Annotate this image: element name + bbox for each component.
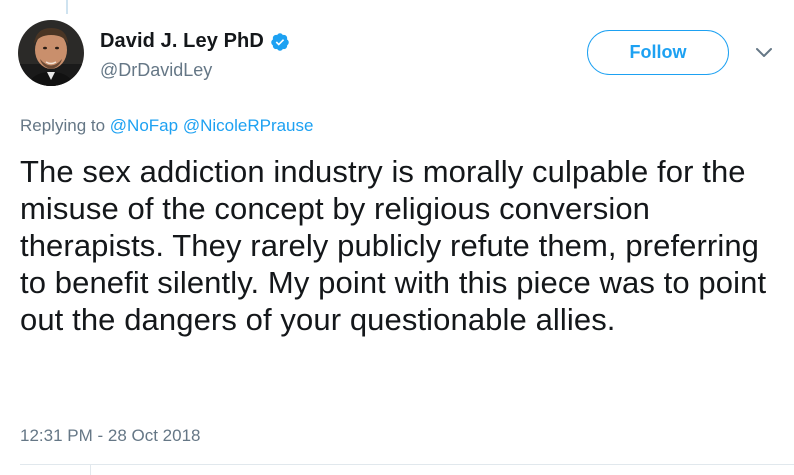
chevron-down-icon[interactable] [754, 46, 774, 60]
divider [20, 464, 794, 465]
tweet-text: The sex addiction industry is morally cu… [20, 154, 767, 337]
mention-link-nicolerprause[interactable]: @NicoleRPrause [183, 116, 314, 135]
author-name-row[interactable]: David J. Ley PhD [100, 30, 290, 53]
follow-button[interactable]: Follow [587, 30, 729, 75]
thread-connector-line [66, 0, 68, 14]
replying-to-label: Replying to [20, 116, 106, 135]
avatar[interactable] [18, 20, 84, 86]
avatar-photo [18, 20, 84, 86]
verified-badge-icon [271, 32, 289, 51]
author-handle[interactable]: @DrDavidLey [100, 60, 212, 81]
mention-link-nofap[interactable]: @NoFap [110, 116, 178, 135]
author-display-name[interactable]: David J. Ley PhD [100, 30, 264, 53]
divider-tick [90, 464, 91, 475]
tweet-timestamp[interactable]: 12:31 PM - 28 Oct 2018 [20, 426, 201, 446]
replying-to-line: Replying to @NoFap @NicoleRPrause [20, 116, 313, 136]
